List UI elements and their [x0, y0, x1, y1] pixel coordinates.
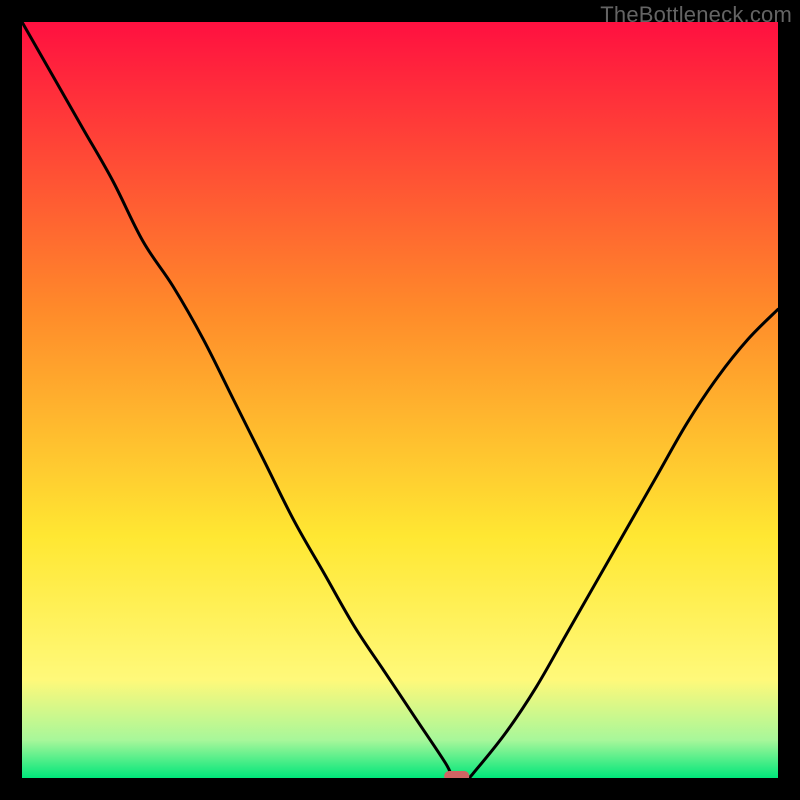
chart-svg: [22, 22, 778, 778]
watermark-text: TheBottleneck.com: [600, 2, 792, 28]
gradient-background: [22, 22, 778, 778]
chart-frame: TheBottleneck.com: [0, 0, 800, 800]
plot-area: [22, 22, 778, 778]
optimum-marker: [445, 771, 469, 778]
